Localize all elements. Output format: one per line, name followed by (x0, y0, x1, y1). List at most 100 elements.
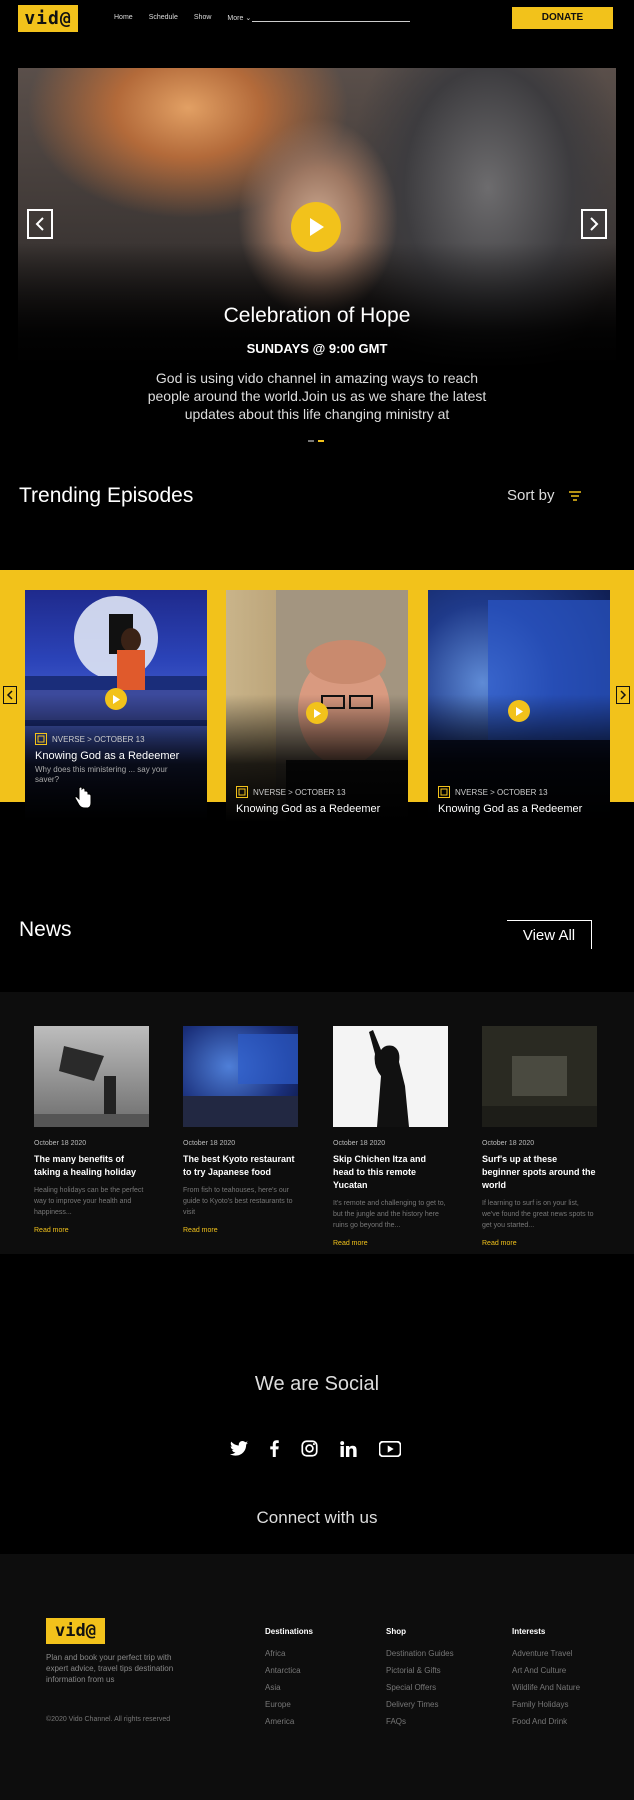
news-headline[interactable]: The best Kyoto restaurant to try Japanes… (183, 1153, 298, 1179)
read-more-link[interactable]: Read more (482, 1240, 597, 1247)
news-excerpt: Healing holidays can be the perfect way … (34, 1187, 144, 1216)
footer-col-interests: Interests Adventure Travel Art And Cultu… (512, 1627, 580, 1730)
footer-link[interactable]: America (265, 1713, 313, 1730)
chevron-left-icon (6, 690, 13, 700)
chevron-left-icon (35, 217, 44, 231)
footer-col-destinations: Destinations Africa Antarctica Asia Euro… (265, 1627, 313, 1730)
footer-link[interactable]: Wildlife And Nature (512, 1679, 580, 1696)
hand-cursor-icon (74, 786, 92, 809)
card-title: Knowing God as a Redeemer (438, 803, 583, 815)
play-icon (310, 218, 324, 236)
news-headline[interactable]: Surf's up at these beginner spots around… (482, 1153, 597, 1192)
social-title: We are Social (254, 1373, 380, 1395)
footer-link[interactable]: FAQs (386, 1713, 454, 1730)
news-date: October 18 2020 (34, 1140, 87, 1147)
card-meta: NVERSE > OCTOBER 13 (35, 733, 145, 745)
card-play-button[interactable] (508, 700, 530, 722)
main-nav: Home Schedule Show More ⌄ (114, 14, 251, 22)
card-meta-text: NVERSE > OCTOBER 13 (253, 787, 346, 797)
hero-subtitle: SUNDAYS @ 9:00 GMT (246, 341, 388, 356)
card-play-button[interactable] (306, 702, 328, 724)
footer-link[interactable]: Antarctica (265, 1662, 313, 1679)
news-headline[interactable]: Skip Chichen Itza and head to this remot… (333, 1153, 448, 1192)
footer-link[interactable]: Pictorial & Gifts (386, 1662, 454, 1679)
twitter-icon[interactable] (230, 1441, 248, 1456)
chevron-right-icon (620, 690, 627, 700)
footer-link[interactable]: Family Holidays (512, 1696, 580, 1713)
footer-link[interactable]: Destination Guides (386, 1645, 454, 1662)
footer-link[interactable]: Food And Drink (512, 1713, 580, 1730)
episode-card[interactable]: NVERSE > OCTOBER 13 Knowing God as a Red… (25, 590, 207, 822)
card-description: Why does this ministering ... say your s… (35, 765, 168, 784)
play-icon (516, 706, 523, 716)
filter-icon (568, 490, 581, 501)
facebook-icon[interactable] (270, 1440, 279, 1457)
youtube-icon[interactable] (379, 1440, 401, 1457)
footer-link[interactable]: Art And Culture (512, 1662, 580, 1679)
news-image (183, 1026, 298, 1127)
news-card[interactable]: October 18 2020 The best Kyoto restauran… (183, 1026, 298, 1234)
news-image (34, 1026, 149, 1127)
social-links (230, 1440, 401, 1457)
nav-home[interactable]: Home (114, 14, 133, 22)
nav-schedule[interactable]: Schedule (149, 14, 178, 22)
card-meta-text: NVERSE > OCTOBER 13 (52, 734, 145, 744)
card-play-button[interactable] (105, 688, 127, 710)
news-card[interactable]: October 18 2020 Skip Chichen Itza and he… (333, 1026, 448, 1247)
news-card[interactable]: October 18 2020 The many benefits of tak… (34, 1026, 149, 1234)
linkedin-icon[interactable] (340, 1440, 357, 1457)
hero-slider: Celebration of Hope SUNDAYS @ 9:00 GMT G… (18, 68, 616, 456)
hero-prev-button[interactable] (27, 209, 53, 239)
instagram-icon[interactable] (301, 1440, 318, 1457)
read-more-link[interactable]: Read more (34, 1227, 149, 1234)
donate-button[interactable]: DONATE (512, 7, 613, 29)
nav-more[interactable]: More ⌄ (227, 14, 251, 22)
connect-title: Connect with us (256, 1508, 378, 1527)
card-title: Knowing God as a Redeemer (236, 803, 381, 815)
footer-link[interactable]: Africa (265, 1645, 313, 1662)
card-meta: NVERSE > OCTOBER 13 (438, 786, 548, 798)
footer-link[interactable]: Europe (265, 1696, 313, 1713)
news-image (482, 1026, 597, 1127)
footer-link[interactable]: Asia (265, 1679, 313, 1696)
episode-card[interactable]: NVERSE > OCTOBER 13 Knowing God as a Red… (226, 590, 408, 822)
news-date: October 18 2020 (183, 1140, 236, 1147)
footer-col-title: Destinations (265, 1627, 314, 1636)
hero-dot[interactable] (308, 440, 314, 442)
news-image (333, 1026, 448, 1127)
sort-by-label: Sort by (507, 487, 555, 504)
news-headline[interactable]: The many benefits of taking a healing ho… (34, 1153, 149, 1179)
read-more-link[interactable]: Read more (333, 1240, 448, 1247)
hero-title: Celebration of Hope (223, 304, 411, 327)
episode-card[interactable]: NVERSE > OCTOBER 13 Knowing God as a Red… (428, 590, 610, 822)
hero-description: God is using vido channel in amazing way… (147, 370, 487, 422)
trending-title: Trending Episodes (19, 484, 194, 507)
footer-link[interactable]: Special Offers (386, 1679, 454, 1696)
trending-next-button[interactable] (616, 686, 630, 704)
search-underline[interactable] (252, 21, 410, 22)
hero-pagination (308, 440, 324, 442)
news-excerpt: From fish to teahouses, here's our guide… (183, 1187, 293, 1216)
footer-link[interactable]: Adventure Travel (512, 1645, 580, 1662)
footer-link[interactable]: Delivery Times (386, 1696, 454, 1713)
hero-play-button[interactable] (291, 202, 341, 252)
view-all-button[interactable]: View All (507, 920, 592, 949)
nav-show[interactable]: Show (194, 14, 212, 22)
hero-dot-active[interactable] (318, 440, 324, 442)
book-icon (236, 786, 248, 798)
footer-logo[interactable]: vid@ (46, 1618, 105, 1644)
footer-tagline: Plan and book your perfect trip with exp… (46, 1653, 174, 1684)
site-header: vid@ Home Schedule Show More ⌄ DONATE (0, 0, 634, 38)
news-card[interactable]: October 18 2020 Surf's up at these begin… (482, 1026, 597, 1247)
sort-by-button[interactable]: Sort by (507, 487, 581, 504)
trending-prev-button[interactable] (3, 686, 17, 704)
news-title: News (19, 918, 72, 941)
card-meta: NVERSE > OCTOBER 13 (236, 786, 346, 798)
news-date: October 18 2020 (333, 1140, 386, 1147)
play-icon (314, 708, 321, 718)
footer-copyright: ©2020 Vido Channel. All rights reserved (46, 1716, 171, 1723)
vido-logo[interactable]: vid@ (18, 5, 78, 32)
footer-col-title: Shop (386, 1627, 406, 1636)
read-more-link[interactable]: Read more (183, 1227, 298, 1234)
hero-next-button[interactable] (581, 209, 607, 239)
